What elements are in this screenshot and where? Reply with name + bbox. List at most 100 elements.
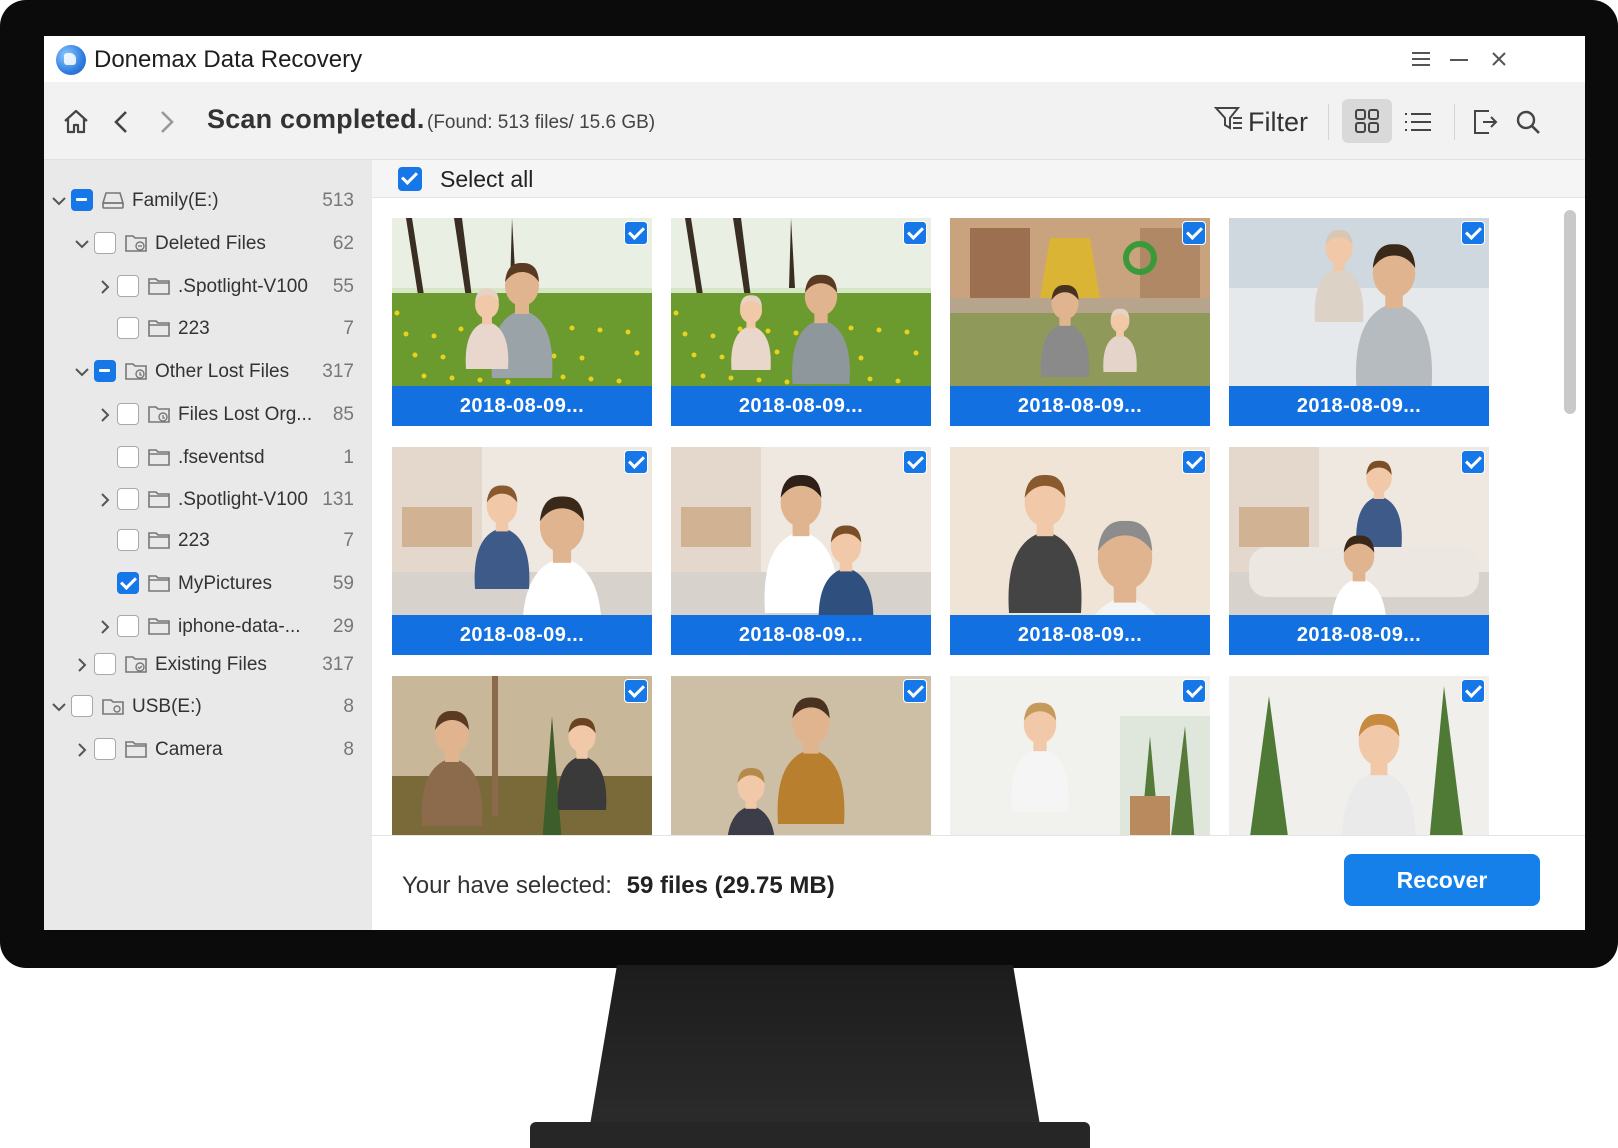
photo-thumbnail[interactable] bbox=[1229, 447, 1489, 615]
photo-thumbnail[interactable] bbox=[392, 676, 652, 835]
tree-item-checkbox[interactable] bbox=[117, 529, 139, 551]
close-icon[interactable] bbox=[1484, 44, 1514, 74]
chevron-right-icon[interactable] bbox=[95, 490, 115, 510]
photo-tile[interactable]: 2018-08-09... bbox=[1229, 218, 1489, 426]
tree-item[interactable]: Other Lost Files 317 bbox=[44, 353, 372, 393]
photo-checkbox[interactable] bbox=[903, 221, 927, 245]
folder-icon bbox=[146, 528, 172, 552]
chevron-right-icon[interactable] bbox=[72, 740, 92, 760]
photo-checkbox[interactable] bbox=[903, 679, 927, 703]
tree-item-checkbox[interactable] bbox=[71, 189, 93, 211]
chevron-right-icon[interactable] bbox=[72, 655, 92, 675]
tree-item-checkbox[interactable] bbox=[94, 738, 116, 760]
photo-filename: 2018-08-09... bbox=[950, 615, 1210, 655]
folder-icon bbox=[146, 274, 172, 298]
chevron-right-icon[interactable] bbox=[95, 617, 115, 637]
list-view-button[interactable] bbox=[1400, 104, 1436, 140]
photo-checkbox[interactable] bbox=[624, 679, 648, 703]
chevron-right-icon[interactable] bbox=[95, 405, 115, 425]
tree-item[interactable]: 223 7 bbox=[44, 522, 372, 562]
photo-tile[interactable]: 2018-08-09... bbox=[950, 447, 1210, 655]
photo-checkbox[interactable] bbox=[624, 221, 648, 245]
usb-drive-icon bbox=[100, 694, 126, 718]
photo-thumbnail[interactable] bbox=[671, 218, 931, 386]
app-title: Donemax Data Recovery bbox=[94, 46, 363, 73]
photo-tile[interactable]: 2018-08-09... bbox=[392, 447, 652, 655]
tree-item-checkbox[interactable] bbox=[117, 615, 139, 637]
tree-item-checkbox[interactable] bbox=[71, 695, 93, 717]
tree-item-count: 317 bbox=[322, 654, 354, 675]
tree-item-checkbox[interactable] bbox=[117, 488, 139, 510]
chevron-down-icon[interactable] bbox=[72, 234, 92, 254]
photo-thumbnail[interactable] bbox=[950, 218, 1210, 386]
tree-item-checkbox[interactable] bbox=[94, 653, 116, 675]
search-icon[interactable] bbox=[1510, 104, 1546, 140]
photo-thumbnail[interactable] bbox=[950, 447, 1210, 615]
tree-item[interactable]: Files Lost Org... 85 bbox=[44, 396, 372, 436]
chevron-down-icon[interactable] bbox=[49, 191, 69, 211]
photo-tile[interactable]: 2018-08-09... bbox=[950, 218, 1210, 426]
photo-checkbox[interactable] bbox=[1461, 679, 1485, 703]
photo-tile[interactable] bbox=[1229, 676, 1489, 835]
chevron-down-icon[interactable] bbox=[49, 697, 69, 717]
tree-item[interactable]: Family(E:) 513 bbox=[44, 182, 372, 222]
photo-checkbox[interactable] bbox=[624, 450, 648, 474]
tree-item[interactable]: MyPictures 59 bbox=[44, 565, 372, 605]
tree-item[interactable]: Deleted Files 62 bbox=[44, 225, 372, 265]
photo-thumbnail[interactable] bbox=[950, 676, 1210, 835]
minimize-icon[interactable] bbox=[1444, 44, 1474, 74]
photo-checkbox[interactable] bbox=[903, 450, 927, 474]
home-icon[interactable] bbox=[58, 104, 94, 140]
photo-tile[interactable] bbox=[392, 676, 652, 835]
recover-button[interactable]: Recover bbox=[1344, 854, 1540, 906]
chevron-down-icon[interactable] bbox=[72, 362, 92, 382]
photo-thumbnail[interactable] bbox=[671, 447, 931, 615]
forward-icon[interactable] bbox=[148, 104, 184, 140]
tree-item-checkbox[interactable] bbox=[94, 360, 116, 382]
tree-item-checkbox[interactable] bbox=[117, 572, 139, 594]
folder-icon bbox=[146, 614, 172, 638]
photo-checkbox[interactable] bbox=[1461, 221, 1485, 245]
tree-item[interactable]: .Spotlight-V100 131 bbox=[44, 481, 372, 521]
tree-item[interactable]: .fseventsd 1 bbox=[44, 439, 372, 479]
back-icon[interactable] bbox=[104, 104, 140, 140]
photo-checkbox[interactable] bbox=[1182, 679, 1206, 703]
menu-icon[interactable] bbox=[1406, 44, 1436, 74]
photo-tile[interactable] bbox=[671, 676, 931, 835]
photo-thumbnail[interactable] bbox=[1229, 676, 1489, 835]
tree-item-checkbox[interactable] bbox=[117, 317, 139, 339]
tree-item-label: USB(E:) bbox=[132, 696, 202, 717]
tree-item[interactable]: 223 7 bbox=[44, 310, 372, 350]
photo-thumbnail[interactable] bbox=[1229, 218, 1489, 386]
tree-item-label: Camera bbox=[155, 739, 223, 760]
toolbar: Scan completed. (Found: 513 files/ 15.6 … bbox=[44, 82, 1585, 160]
grid-view-button[interactable] bbox=[1342, 99, 1392, 143]
scrollbar-thumb[interactable] bbox=[1564, 210, 1576, 414]
tree-item-checkbox[interactable] bbox=[117, 446, 139, 468]
export-icon[interactable] bbox=[1466, 104, 1502, 140]
photo-thumbnail[interactable] bbox=[671, 676, 931, 835]
photo-checkbox[interactable] bbox=[1461, 450, 1485, 474]
tree-item[interactable]: .Spotlight-V100 55 bbox=[44, 268, 372, 308]
filter-button[interactable]: Filter bbox=[1213, 104, 1308, 140]
tree-item[interactable]: Camera 8 bbox=[44, 731, 372, 771]
photo-thumbnail[interactable] bbox=[392, 218, 652, 386]
tree-item[interactable]: iphone-data-... 29 bbox=[44, 608, 372, 648]
photo-thumbnail[interactable] bbox=[392, 447, 652, 615]
tree-item-checkbox[interactable] bbox=[94, 232, 116, 254]
tree-item-count: 8 bbox=[343, 696, 354, 717]
photo-checkbox[interactable] bbox=[1182, 221, 1206, 245]
tree-item[interactable]: USB(E:) 8 bbox=[44, 688, 372, 728]
photo-filename: 2018-08-09... bbox=[950, 386, 1210, 426]
photo-tile[interactable] bbox=[950, 676, 1210, 835]
select-all-checkbox[interactable] bbox=[398, 167, 422, 191]
tree-item[interactable]: Existing Files 317 bbox=[44, 646, 372, 686]
tree-item-checkbox[interactable] bbox=[117, 403, 139, 425]
tree-item-checkbox[interactable] bbox=[117, 275, 139, 297]
photo-tile[interactable]: 2018-08-09... bbox=[671, 218, 931, 426]
photo-tile[interactable]: 2018-08-09... bbox=[671, 447, 931, 655]
photo-tile[interactable]: 2018-08-09... bbox=[392, 218, 652, 426]
photo-checkbox[interactable] bbox=[1182, 450, 1206, 474]
chevron-right-icon[interactable] bbox=[95, 277, 115, 297]
photo-tile[interactable]: 2018-08-09... bbox=[1229, 447, 1489, 655]
